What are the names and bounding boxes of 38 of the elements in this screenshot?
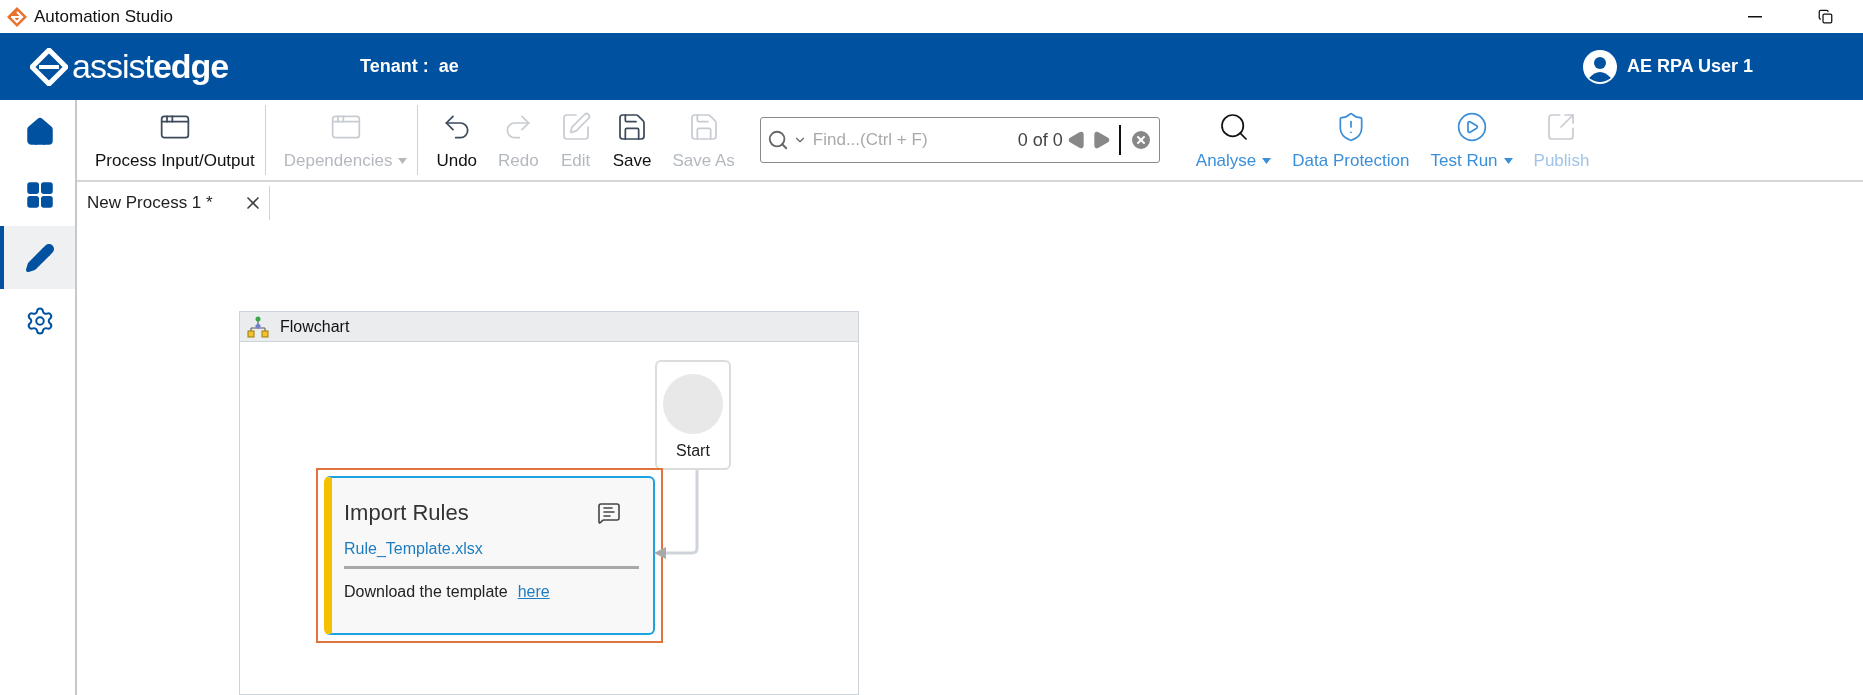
user-name: AE RPA User 1 — [1626, 56, 1753, 77]
toolbar-button[interactable]: Analyse — [1185, 105, 1283, 175]
flowchart-title: Flowchart — [280, 317, 350, 336]
app-logo-icon — [6, 5, 28, 28]
logo-mark-icon — [30, 47, 68, 86]
minimize-icon — [1748, 15, 1762, 18]
window-title: Automation Studio — [34, 6, 173, 27]
search-icon — [766, 129, 789, 151]
toolbar-button[interactable]: Save — [602, 105, 663, 175]
grid-icon — [24, 179, 55, 210]
sidebar-button[interactable] — [0, 226, 75, 289]
pencil-icon — [24, 242, 55, 273]
play-icon — [1455, 111, 1488, 143]
toolbar-button[interactable]: Undo — [426, 105, 489, 175]
document-tab[interactable]: New Process 1 * — [77, 186, 270, 220]
activity-title: Import Rules — [344, 500, 469, 526]
download-link[interactable]: here — [517, 583, 550, 601]
download-text: Download the template — [344, 583, 508, 601]
start-label: Start — [676, 442, 710, 460]
caret-icon — [1262, 158, 1272, 164]
user-avatar-icon — [1582, 49, 1617, 84]
brand-logo: assistedge — [30, 47, 360, 86]
activity-card[interactable]: Import Rules Rule_Template.xlsx Download the template here — [324, 476, 655, 635]
previous-button[interactable] — [1066, 130, 1087, 150]
comment-icon[interactable] — [597, 501, 621, 525]
tenant-label: Tenant : ae — [360, 56, 459, 77]
flowchart-icon — [246, 315, 270, 338]
start-node[interactable]: Start — [655, 360, 731, 470]
restore-icon — [1817, 9, 1833, 24]
toolbar-button[interactable]: Test Run — [1420, 105, 1524, 175]
toolbar-button[interactable]: Process Input/Output — [85, 105, 266, 175]
caret-icon — [1503, 158, 1513, 164]
file-link[interactable]: Rule_Template.xlsx — [344, 540, 639, 569]
left-triangle-icon — [1066, 130, 1087, 150]
toolbar-button[interactable]: Data Protection — [1282, 105, 1421, 175]
home-icon — [24, 116, 55, 147]
match-count: 0 of 0 — [1017, 129, 1063, 151]
caret-icon — [398, 158, 408, 164]
